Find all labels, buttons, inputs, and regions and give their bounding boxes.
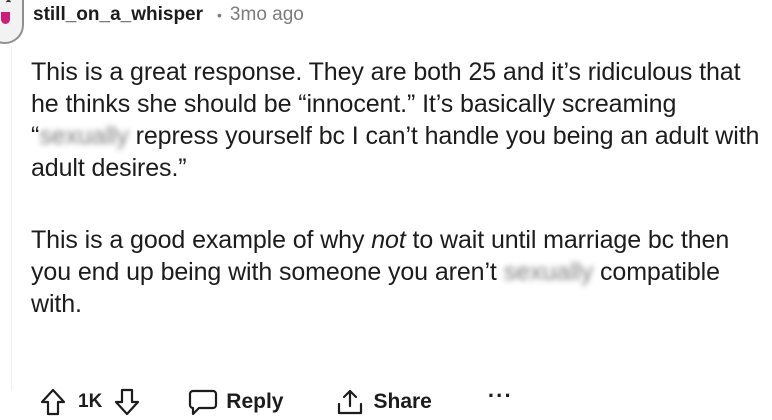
comment-actions: 1K Reply Share ··· xyxy=(40,383,513,420)
paragraph-text: This is a good example of why xyxy=(31,226,372,254)
timestamp[interactable]: 3mo ago xyxy=(230,4,304,26)
blurred-word: sexually xyxy=(503,258,594,286)
share-icon xyxy=(335,388,365,416)
share-label: Share xyxy=(373,390,432,413)
reply-button[interactable]: Reply xyxy=(188,388,283,416)
upvote-icon[interactable] xyxy=(40,388,66,416)
avatar-tongue xyxy=(1,12,10,24)
comment-paragraph: This is a great response. They are both … xyxy=(31,56,769,184)
avatar[interactable] xyxy=(0,0,24,44)
avatar-eye-right xyxy=(6,0,11,5)
vote-controls: 1K xyxy=(40,388,140,416)
ellipsis-icon: ··· xyxy=(487,383,513,408)
speech-bubble-icon xyxy=(188,388,218,416)
comment-paragraph: This is a good example of why not to wai… xyxy=(31,224,769,320)
reply-label: Reply xyxy=(226,390,284,413)
paragraph-text: repress yourself bc I can’t handle you b… xyxy=(31,122,760,182)
share-button[interactable]: Share xyxy=(335,388,432,416)
comment: still_on_a_whisper • 3mo ago This is a g… xyxy=(0,0,772,419)
vote-count: 1K xyxy=(78,391,103,412)
emphasized-word: not xyxy=(371,226,406,254)
more-options-button[interactable]: ··· xyxy=(488,383,513,409)
downvote-icon[interactable] xyxy=(114,388,140,416)
comment-header: still_on_a_whisper • 3mo ago xyxy=(33,1,304,29)
username[interactable]: still_on_a_whisper xyxy=(33,4,203,26)
thread-line[interactable] xyxy=(11,46,12,391)
comment-body: This is a great response. They are both … xyxy=(31,56,769,320)
meta-separator: • xyxy=(217,7,222,23)
blurred-word: sexually xyxy=(39,122,129,150)
